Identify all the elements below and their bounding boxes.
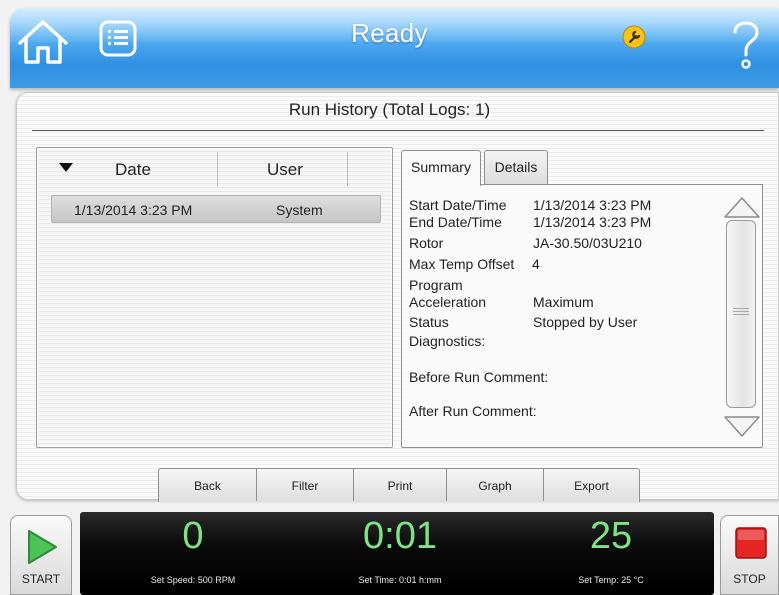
column-header-date[interactable]: Date xyxy=(115,160,151,180)
title-divider xyxy=(32,130,764,131)
field-label-before-comment: Before Run Comment: xyxy=(409,369,549,385)
scroll-up-button[interactable] xyxy=(722,194,762,220)
list-header: Date User xyxy=(37,148,392,188)
column-header-user[interactable]: User xyxy=(267,160,303,180)
field-value-start: 1/13/2014 3:23 PM xyxy=(533,197,652,213)
tab-details-label: Details xyxy=(494,159,538,175)
filter-button[interactable]: Filter xyxy=(257,469,353,501)
page-title: Run History (Total Logs: 1) xyxy=(288,100,491,119)
sort-down-icon[interactable] xyxy=(59,163,73,173)
stop-square-icon xyxy=(735,527,767,559)
set-speed-label[interactable]: Set Speed: 500 RPM xyxy=(118,575,268,585)
log-list[interactable]: Date User 1/13/2014 3:23 PM System xyxy=(36,147,393,448)
tab-details[interactable]: Details xyxy=(484,150,548,184)
field-value-end: 1/13/2014 3:23 PM xyxy=(533,214,652,230)
print-button[interactable]: Print xyxy=(354,469,446,501)
stop-label: STOP xyxy=(733,572,766,586)
service-button[interactable] xyxy=(622,25,646,49)
set-temp-label[interactable]: Set Temp: 25 °C xyxy=(536,575,686,585)
question-mark-icon xyxy=(733,21,759,69)
field-label-acceleration: Acceleration xyxy=(409,294,487,310)
column-divider xyxy=(217,152,218,186)
field-label-end: End Date/Time xyxy=(409,214,502,230)
chevron-down-icon xyxy=(724,416,760,437)
wrench-icon xyxy=(622,25,646,49)
start-label: START xyxy=(21,572,61,586)
tab-summary-label: Summary xyxy=(411,159,471,175)
row-date: 1/13/2014 3:23 PM xyxy=(74,202,193,218)
play-triangle-icon xyxy=(28,530,57,564)
field-value-rotor: JA-30.50/03U210 xyxy=(533,235,642,251)
field-label-max-temp-offset: Max Temp Offset xyxy=(409,256,515,272)
field-value-max-temp-offset: 4 xyxy=(532,256,540,272)
scroll-down-button[interactable] xyxy=(722,414,762,440)
temp-readout: 25 xyxy=(589,515,633,557)
chevron-up-icon xyxy=(724,197,760,218)
field-label-after-comment: After Run Comment: xyxy=(409,403,537,419)
graph-button[interactable]: Graph xyxy=(447,469,543,501)
row-user: System xyxy=(276,202,323,218)
scroll-grip-line xyxy=(733,314,749,315)
status-title: Ready xyxy=(351,18,428,48)
time-readout: 0:01 xyxy=(363,515,437,557)
field-label-diagnostics: Diagnostics: xyxy=(409,333,486,349)
scroll-grip-line xyxy=(733,311,749,312)
column-divider xyxy=(347,152,348,186)
start-button[interactable]: START xyxy=(10,515,72,595)
field-label-rotor: Rotor xyxy=(409,235,444,251)
stop-button[interactable]: STOP xyxy=(720,515,779,595)
help-button[interactable] xyxy=(728,14,764,74)
table-row[interactable]: 1/13/2014 3:23 PM System xyxy=(51,195,381,223)
field-value-status: Stopped by User xyxy=(533,314,638,330)
field-label-start: Start Date/Time xyxy=(409,197,507,213)
scroll-grip-line xyxy=(733,308,749,309)
export-button[interactable]: Export xyxy=(544,469,639,501)
field-value-acceleration: Maximum xyxy=(533,294,594,310)
back-button[interactable]: Back xyxy=(159,469,256,501)
tab-summary[interactable]: Summary xyxy=(401,150,481,186)
set-time-label[interactable]: Set Time: 0:01 h:mm xyxy=(325,575,475,585)
field-label-program: Program xyxy=(409,277,463,293)
speed-readout: 0 xyxy=(182,515,204,557)
field-label-status: Status xyxy=(409,314,449,330)
